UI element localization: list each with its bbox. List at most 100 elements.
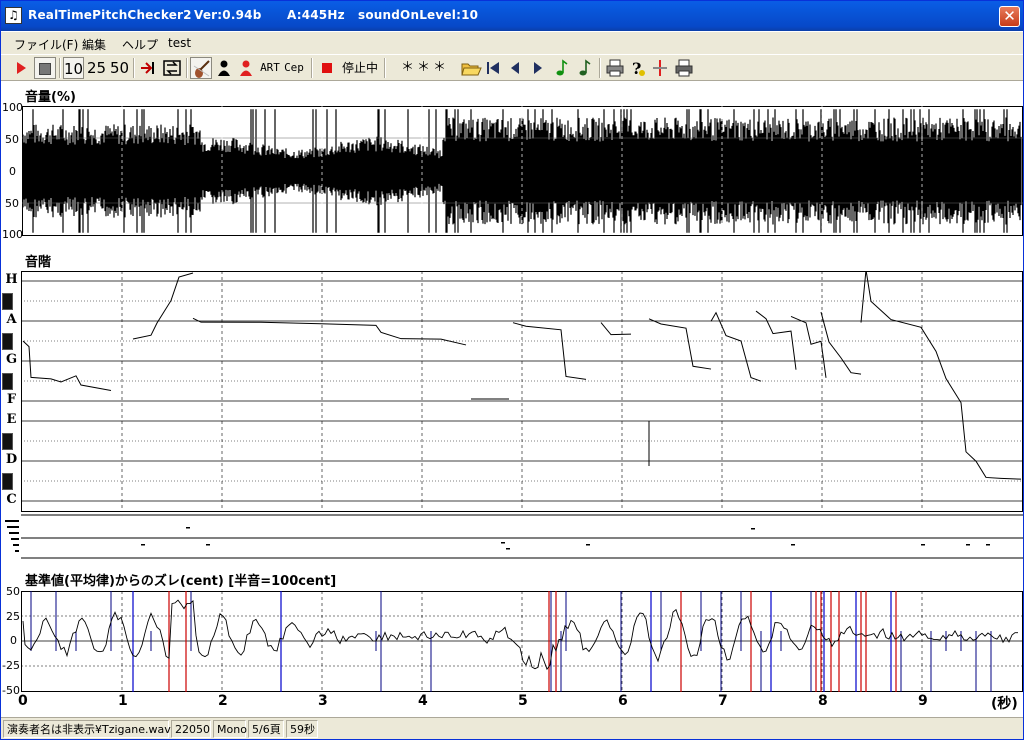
note-label-c: C [6, 492, 17, 507]
note-label-d: D [5, 452, 18, 467]
lower-strip-mark [921, 544, 925, 546]
pitch-trace-plot[interactable] [21, 271, 1023, 512]
window-title: RealTimePitchChecker2 [28, 8, 192, 22]
marker-icon [653, 60, 667, 76]
menu-bar: ファイル(F) 編集 ヘルプ test [1, 32, 1023, 54]
note-label-a: A [6, 312, 17, 327]
open-folder-icon [461, 63, 482, 76]
print2-icon [675, 59, 693, 77]
time-tick: 1 [118, 693, 128, 709]
lower-strip-mark [986, 544, 990, 546]
speed-10-button[interactable]: 10 [63, 57, 84, 79]
state-label: 停止中 [341, 61, 378, 75]
note-label-g: G [5, 352, 18, 367]
prev-page-icon [511, 62, 519, 74]
status-channels: Mono [213, 720, 247, 738]
record-icon [322, 63, 332, 73]
lower-strip-mark [501, 542, 505, 544]
singer-red-button[interactable] [236, 57, 256, 79]
stop-button[interactable] [34, 57, 56, 79]
piano-black-key [2, 333, 13, 350]
cep-button[interactable]: Cep [283, 57, 305, 79]
open-folder-button[interactable] [460, 57, 482, 79]
first-page-icon [487, 62, 499, 74]
lower-strip-mark [506, 548, 510, 550]
pitch-panel-title: 音階 [25, 255, 52, 270]
play-button[interactable] [11, 57, 31, 79]
loop-button[interactable] [161, 57, 183, 79]
print-icon [606, 59, 624, 77]
first-page-button[interactable] [484, 57, 502, 79]
lower-strip-key [13, 544, 19, 546]
cent-axis-label: 50 [6, 585, 20, 598]
note-dark-button[interactable] [575, 57, 595, 79]
time-tick: 2 [218, 693, 228, 709]
lower-octave-strip[interactable] [1, 514, 1023, 559]
note-label-h: H [5, 272, 18, 287]
marker-button[interactable] [651, 57, 669, 79]
art-button[interactable]: ART [259, 57, 281, 79]
violin-button[interactable] [190, 57, 212, 79]
cent-axis-label: 0 [10, 634, 17, 647]
time-tick: 9 [918, 693, 928, 709]
print2-button[interactable] [673, 57, 695, 79]
cent-deviation-plot[interactable] [21, 591, 1023, 692]
menu-edit[interactable]: 編集 [82, 36, 106, 53]
singer-icon [218, 60, 230, 76]
toolbar-separator [59, 58, 61, 78]
cent-panel-title: 基準値(平均律)からのズレ(cent) [半音=100cent] [25, 574, 337, 589]
piano-black-key [2, 433, 13, 450]
time-tick: 7 [718, 693, 728, 709]
goto-end-button[interactable] [138, 57, 158, 79]
version-label: Ver:0.94b [194, 8, 262, 22]
close-button[interactable]: ✕ [999, 6, 1020, 27]
piano-black-key [2, 373, 13, 390]
sound-on-level-label: soundOnLevel:10 [358, 8, 479, 22]
toolbar-separator [599, 58, 601, 78]
help-button[interactable]: ? [628, 57, 648, 79]
speed-50-button[interactable]: 50 [109, 57, 130, 79]
a-frequency-label: A:445Hz [287, 8, 345, 22]
loop-icon [163, 60, 181, 76]
volume-waveform-plot[interactable] [22, 106, 1023, 236]
singer-button[interactable] [214, 57, 234, 79]
next-page-icon [534, 62, 542, 74]
time-tick: 8 [818, 693, 828, 709]
note-display: ＊＊＊ [400, 60, 449, 75]
cent-axis-label: -25 [2, 659, 20, 672]
note-green-button[interactable] [552, 57, 572, 79]
record-button[interactable] [317, 57, 337, 79]
goto-end-icon [141, 62, 154, 74]
status-page: 5/6頁 [248, 720, 284, 738]
lower-strip-mark [966, 544, 970, 546]
note-green-icon [556, 59, 568, 76]
menu-test[interactable]: test [168, 36, 191, 50]
speed-25-button[interactable]: 25 [86, 57, 107, 79]
lower-strip-key [5, 520, 19, 522]
toolbar-separator [384, 58, 386, 78]
piano-black-key [2, 293, 13, 310]
cent-axis-label: 25 [6, 610, 20, 623]
lower-strip-mark [586, 544, 590, 546]
volume-panel-title: 音量(%) [25, 90, 76, 105]
toolbar-separator [133, 58, 135, 78]
menu-help[interactable]: ヘルプ [122, 36, 158, 53]
time-unit-label: (秒) [991, 696, 1018, 712]
volume-axis-label: 0 [9, 165, 16, 178]
menu-file[interactable]: ファイル(F) [14, 36, 78, 53]
prev-page-button[interactable] [506, 57, 524, 79]
toolbar: 10 25 50 ART Cep 停止中 ＊＊＊ ? [1, 54, 1023, 81]
singer-red-icon [240, 60, 252, 76]
title-bar[interactable]: ♫ RealTimePitchChecker2 Ver:0.94b A:445H… [1, 1, 1023, 31]
toolbar-separator [186, 58, 188, 78]
note-label-e: E [6, 412, 17, 427]
print-button[interactable] [604, 57, 626, 79]
note-label-f: F [6, 392, 17, 407]
status-duration: 59秒 [286, 720, 318, 738]
violin-icon [193, 60, 210, 78]
next-page-button[interactable] [529, 57, 547, 79]
status-sample-rate: 22050 [171, 720, 211, 738]
play-icon [16, 62, 26, 74]
lower-strip-mark [141, 544, 145, 546]
volume-axis-label: 50 [5, 133, 19, 146]
